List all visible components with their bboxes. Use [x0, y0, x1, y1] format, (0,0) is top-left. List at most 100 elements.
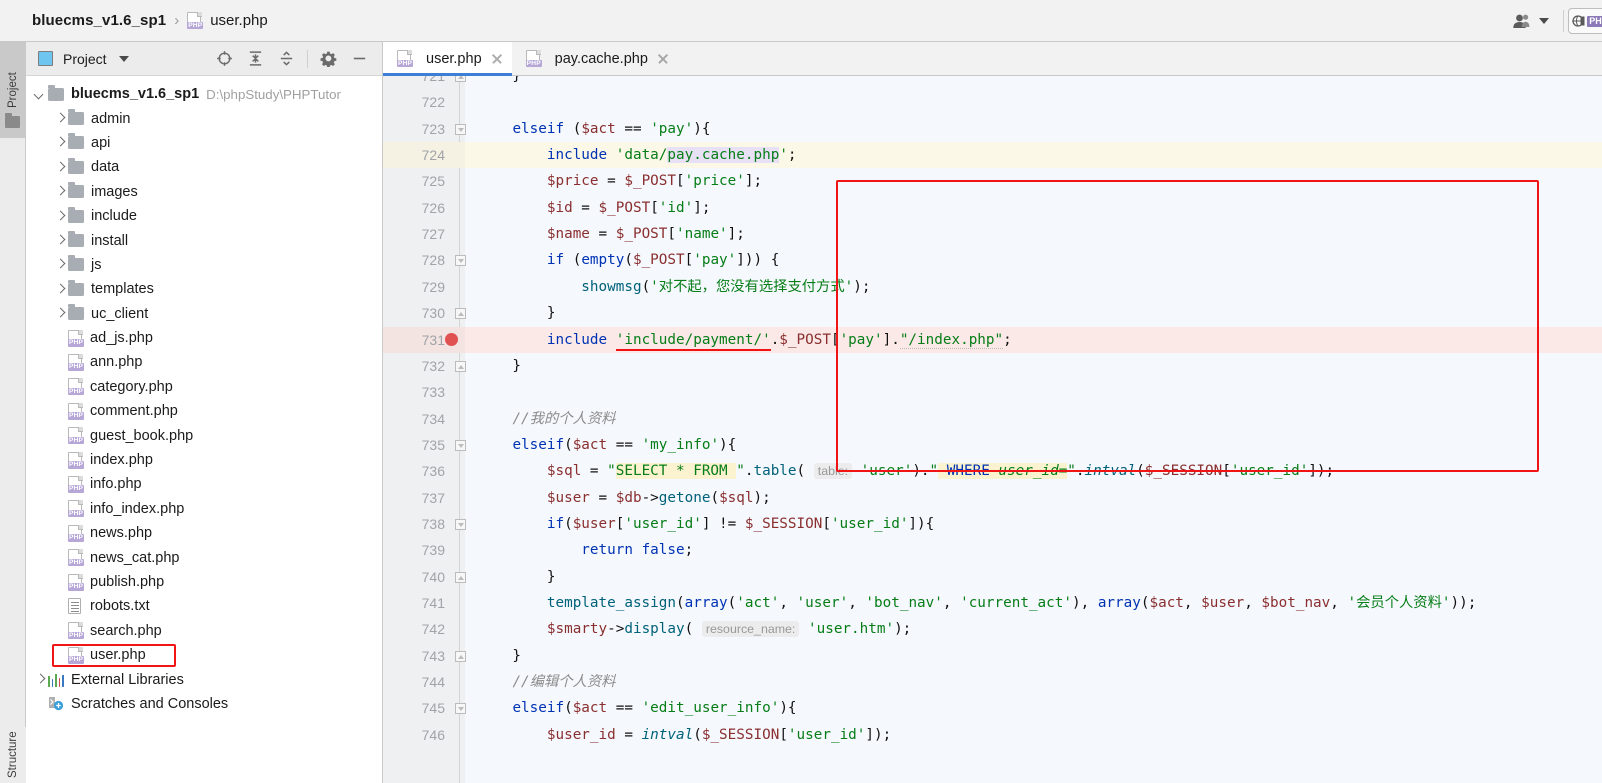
chevron-right-icon[interactable] [54, 308, 66, 320]
code-text: $sql = "SELECT * FROM ".table( table: 'u… [546, 463, 1335, 480]
tree-item-js[interactable]: js [26, 253, 382, 277]
tree-item-comment-php[interactable]: PHP comment.php [26, 399, 382, 423]
line-number: 726 [421, 199, 445, 216]
chevron-right-icon[interactable] [54, 259, 66, 271]
tree-item-images[interactable]: images [26, 180, 382, 204]
tree-item-scratches-and-consoles[interactable]: Scratches and Consoles [26, 692, 382, 716]
php-file-icon: PHP [68, 378, 85, 396]
code-fold-toggle[interactable] [454, 123, 466, 135]
tree-item-user-php[interactable]: PHP user.php [26, 643, 382, 667]
tree-item-ann-php[interactable]: PHP ann.php [26, 350, 382, 374]
tree-item-install[interactable]: install [26, 228, 382, 252]
tree-item-info-php[interactable]: PHP info.php [26, 472, 382, 496]
php-file-icon: PHP [397, 50, 414, 67]
tree-item-label: category.php [90, 378, 173, 395]
folder-icon [68, 157, 84, 174]
tree-item-robots-txt[interactable]: robots.txt [26, 594, 382, 618]
code-text: elseif ($act == 'pay'){ [512, 120, 711, 137]
tree-item-external-libraries[interactable]: External Libraries [26, 667, 382, 691]
project-panel-title: Project [63, 50, 107, 67]
tree-item-data[interactable]: data [26, 155, 382, 179]
line-number: 742 [421, 621, 445, 638]
chevron-right-icon[interactable] [54, 186, 66, 198]
tree-item-category-php[interactable]: PHP category.php [26, 375, 382, 399]
chevron-right-icon[interactable] [54, 161, 66, 173]
tree-item-news-php[interactable]: PHP news.php [26, 521, 382, 545]
tool-window-tab-structure[interactable]: Structure [0, 727, 26, 783]
code-text: //编辑个人资料 [512, 674, 616, 691]
php-file-icon: PHP [68, 549, 85, 567]
expand-all-icon[interactable] [247, 50, 264, 67]
code-fold-toggle[interactable] [454, 255, 466, 267]
tree-item-guest-book-php[interactable]: PHP guest_book.php [26, 423, 382, 447]
code-line: 726 $id = $_POST['id']; [383, 195, 1602, 221]
tree-item-publish-php[interactable]: PHP publish.php [26, 570, 382, 594]
tree-item-label: bluecms_v1.6_sp1 [71, 86, 200, 103]
code-fold-toggle[interactable] [454, 360, 466, 372]
gear-icon[interactable] [320, 50, 337, 67]
editor-tab-user-php[interactable]: PHP user.php [383, 42, 512, 76]
close-icon[interactable] [491, 53, 503, 65]
code-fold-toggle[interactable] [454, 571, 466, 583]
tree-item-search-php[interactable]: PHP search.php [26, 619, 382, 643]
chevron-right-icon[interactable] [54, 283, 66, 295]
chevron-right-icon[interactable] [34, 674, 46, 686]
code-editor[interactable]: 721 } 722 723 elseif ($act == 'pay'){724 i… [383, 76, 1602, 783]
breadcrumb-separator: › [174, 12, 180, 29]
folder-icon [68, 133, 84, 150]
tree-item-root[interactable]: bluecms_v1.6_sp1 D:\phpStudy\PHPTutor [26, 82, 382, 106]
code-fold-toggle[interactable] [454, 650, 466, 662]
code-fold-toggle[interactable] [454, 76, 466, 82]
project-root-path: D:\phpStudy\PHPTutor [206, 86, 341, 102]
breadcrumb-file[interactable]: user.php [210, 12, 268, 29]
minimize-icon[interactable] [351, 50, 368, 67]
line-number: 738 [421, 515, 445, 532]
code-text: elseif($act == 'edit_user_info'){ [512, 700, 797, 717]
chevron-down-icon[interactable] [118, 55, 129, 62]
tree-item-info-index-php[interactable]: PHP info_index.php [26, 497, 382, 521]
code-text: $user = $db->getone($sql); [546, 489, 771, 506]
chevron-right-icon[interactable] [54, 210, 66, 222]
code-line: 743 } [383, 643, 1602, 669]
project-tree: bluecms_v1.6_sp1 D:\phpStudy\PHPTutor ad… [26, 76, 382, 716]
chevron-right-icon[interactable] [54, 113, 66, 125]
tree-item-admin[interactable]: admin [26, 106, 382, 130]
code-fold-toggle[interactable] [454, 439, 466, 451]
tree-item-label: comment.php [90, 403, 178, 420]
folder-icon [48, 84, 64, 101]
tree-item-index-php[interactable]: PHP index.php [26, 448, 382, 472]
php-file-icon: PHP [68, 451, 85, 469]
tree-item-api[interactable]: api [26, 131, 382, 155]
code-line: 729 showmsg('对不起，您没有选择支付方式'); [383, 274, 1602, 300]
collapse-all-icon[interactable] [278, 50, 295, 67]
tree-item-news-cat-php[interactable]: PHP news_cat.php [26, 545, 382, 569]
breadcrumb-project[interactable]: bluecms_v1.6_sp1 [32, 12, 166, 29]
tree-item-uc-client[interactable]: uc_client [26, 302, 382, 326]
editor-tab-pay-cache-php[interactable]: PHP pay.cache.php [512, 42, 678, 75]
code-line: 725 $price = $_POST['price']; [383, 168, 1602, 194]
globe-icon [1572, 14, 1585, 27]
tree-item-include[interactable]: include [26, 204, 382, 228]
tree-item-label: ann.php [90, 354, 143, 371]
php-interpreter-button[interactable]: PHP [1568, 8, 1602, 34]
tree-item-ad-js-php[interactable]: PHP ad_js.php [26, 326, 382, 350]
chevron-right-icon[interactable] [54, 235, 66, 247]
code-line: 721 } [383, 76, 1602, 89]
code-fold-toggle[interactable] [454, 308, 466, 320]
tree-item-templates[interactable]: templates [26, 277, 382, 301]
line-number: 728 [421, 252, 445, 269]
code-text: showmsg('对不起，您没有选择支付方式'); [581, 278, 871, 295]
breakpoint-marker[interactable] [445, 333, 458, 346]
close-icon[interactable] [657, 53, 669, 65]
code-fold-toggle[interactable] [454, 518, 466, 530]
code-fold-toggle[interactable] [454, 703, 466, 715]
locate-target-icon[interactable] [216, 50, 233, 67]
chevron-right-icon[interactable] [54, 137, 66, 149]
tree-item-label: install [91, 232, 129, 249]
chevron-down-icon[interactable] [34, 88, 46, 100]
tree-item-label: admin [91, 110, 131, 127]
user-account-button[interactable] [1502, 0, 1559, 42]
